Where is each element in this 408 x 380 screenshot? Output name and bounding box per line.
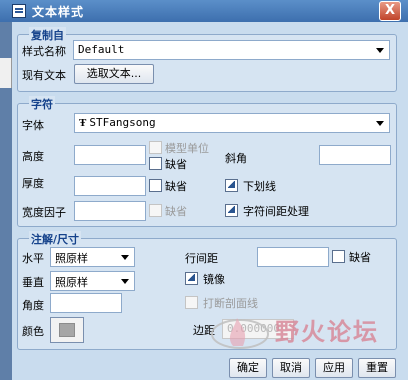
apply-button[interactable]: 应用	[315, 358, 353, 378]
close-button[interactable]: X	[379, 1, 401, 21]
mirror-label: 镜像	[203, 273, 225, 286]
mirror-checkbox[interactable]	[185, 272, 198, 285]
underline-checkbox[interactable]	[225, 179, 238, 192]
character-group-label: 字符	[29, 96, 55, 112]
break-hatch-checkbox[interactable]	[185, 296, 198, 309]
dropdown-arrow-icon	[121, 255, 129, 260]
font-type-icon: Ŧ	[79, 117, 87, 129]
background-window-strip	[0, 22, 12, 380]
watermark-text: 野火论坛	[275, 318, 379, 346]
dialog-icon	[12, 4, 26, 18]
line-spacing-default-checkbox[interactable]	[332, 250, 345, 263]
line-spacing-default-label: 缺省	[349, 251, 371, 264]
model-units-label: 模型单位	[165, 142, 209, 155]
ok-button[interactable]: 确定	[229, 358, 267, 378]
dropdown-arrow-icon	[376, 48, 384, 53]
thickness-default-checkbox[interactable]	[149, 179, 162, 192]
note-dimension-group-label: 注解/尺寸	[29, 231, 82, 247]
color-swatch-button[interactable]	[50, 317, 84, 343]
vertical-value: 照原样	[55, 276, 88, 289]
model-units-checkbox[interactable]	[149, 141, 162, 154]
style-name-select[interactable]: Default	[73, 40, 390, 60]
dropdown-arrow-icon	[376, 121, 384, 126]
vertical-label: 垂直	[22, 276, 44, 289]
font-value: STFangsong	[89, 116, 156, 129]
color-swatch-icon	[59, 323, 75, 337]
width-factor-input[interactable]	[74, 201, 146, 221]
line-spacing-input[interactable]	[257, 247, 329, 267]
fire-logo-icon	[211, 318, 269, 349]
cancel-button[interactable]: 取消	[272, 358, 310, 378]
existing-text-label: 现有文本	[22, 69, 66, 82]
horizontal-value: 照原样	[55, 252, 88, 265]
thickness-default-label: 缺省	[165, 180, 187, 193]
window-title: 文本样式	[32, 5, 85, 19]
height-default-label: 缺省	[165, 158, 187, 171]
char-spacing-label: 字符间距处理	[243, 205, 309, 218]
line-spacing-label: 行间距	[185, 252, 218, 265]
dropdown-arrow-icon	[121, 279, 129, 284]
vertical-select[interactable]: 照原样	[50, 271, 135, 291]
underline-label: 下划线	[243, 180, 276, 193]
select-text-button[interactable]: 选取文本...	[74, 64, 154, 84]
char-spacing-checkbox[interactable]	[225, 204, 238, 217]
color-label: 颜色	[22, 325, 44, 338]
height-default-checkbox[interactable]	[149, 157, 162, 170]
height-input[interactable]	[74, 145, 146, 165]
angle-input[interactable]	[50, 293, 122, 313]
thickness-label: 厚度	[22, 177, 44, 190]
width-factor-default-label: 缺省	[165, 205, 187, 218]
break-hatch-label: 打断剖面线	[203, 297, 258, 310]
horizontal-select[interactable]: 照原样	[50, 247, 135, 267]
style-name-value: Default	[78, 43, 125, 56]
copy-from-group-label: 复制自	[29, 27, 66, 43]
thickness-input[interactable]	[74, 176, 146, 196]
forum-watermark: 野火论坛	[205, 310, 395, 355]
slant-label: 斜角	[225, 152, 247, 165]
width-factor-default-checkbox[interactable]	[149, 204, 162, 217]
font-select[interactable]: Ŧ STFangsong	[74, 113, 390, 133]
font-label: 字体	[22, 119, 44, 132]
slant-input[interactable]	[319, 145, 391, 165]
background-window-piece	[0, 58, 12, 88]
title-bar: 文本样式 X	[0, 0, 408, 22]
horizontal-label: 水平	[22, 252, 44, 265]
reset-button[interactable]: 重置	[358, 358, 396, 378]
height-label: 高度	[22, 150, 44, 163]
angle-label: 角度	[22, 299, 44, 312]
width-factor-label: 宽度因子	[22, 206, 66, 219]
close-icon: X	[384, 3, 396, 18]
style-name-label: 样式名称	[22, 45, 66, 58]
